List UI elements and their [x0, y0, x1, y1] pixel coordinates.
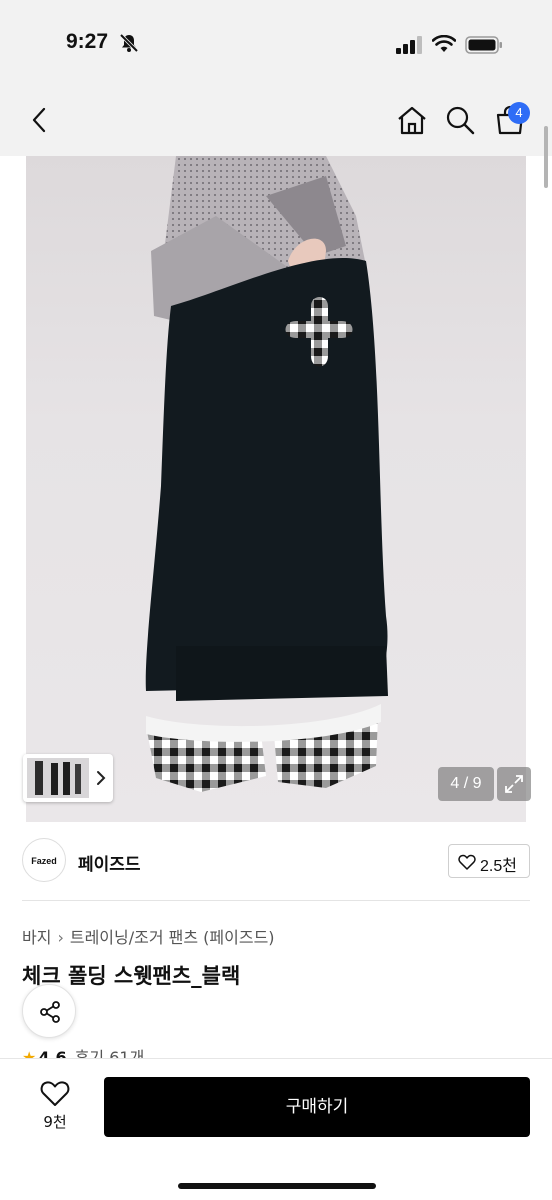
home-indicator[interactable] [178, 1183, 376, 1189]
top-nav [0, 92, 552, 156]
breadcrumb-subcategory[interactable]: 트레이닝/조거 팬츠 (페이즈드) [70, 928, 275, 947]
image-page-counter: 4 / 9 [438, 767, 494, 801]
status-bar: 9:27 [0, 0, 552, 92]
chevron-right-icon [97, 771, 106, 785]
expand-image-button[interactable] [497, 767, 531, 801]
breadcrumb-category[interactable]: 바지 [22, 928, 51, 947]
brand-logo[interactable]: Fazed [22, 838, 66, 882]
brand-name[interactable]: 페이즈드 [78, 850, 141, 875]
heart-icon[interactable] [40, 1079, 70, 1107]
home-icon[interactable] [396, 104, 428, 136]
divider [22, 900, 530, 901]
status-time: 9:27 [66, 30, 109, 53]
breadcrumb: 바지 › 트레이닝/조거 팬츠 (페이즈드) [22, 924, 275, 948]
search-icon[interactable] [444, 104, 476, 136]
battery-icon [465, 36, 502, 54]
share-icon [40, 1001, 60, 1023]
bottom-purchase-bar: 9천 구매하기 [0, 1058, 552, 1200]
scrollbar-thumb[interactable] [544, 126, 548, 188]
chevron-right-icon: › [57, 928, 64, 947]
bell-slash-icon [119, 33, 139, 53]
brand-like-count: 2.5천 [480, 858, 517, 875]
heart-icon [458, 854, 476, 870]
gallery-thumbnail-image [27, 758, 89, 798]
wish-count: 9천 [43, 1113, 67, 1131]
back-chevron-icon[interactable] [24, 104, 56, 136]
product-photo-illustration [145, 156, 388, 792]
share-button[interactable] [22, 984, 76, 1038]
cellular-signal-icon [396, 36, 422, 54]
brand-like-button[interactable]: 2.5천 [448, 844, 530, 878]
cart-count-badge: 4 [508, 102, 530, 124]
expand-icon [505, 775, 523, 793]
brand-row: Fazed 페이즈드 2.5천 [0, 836, 552, 888]
gallery-thumbnail-strip[interactable] [23, 754, 113, 802]
buy-button[interactable]: 구매하기 [104, 1077, 530, 1137]
wifi-icon [432, 35, 456, 52]
product-image[interactable] [26, 156, 526, 822]
